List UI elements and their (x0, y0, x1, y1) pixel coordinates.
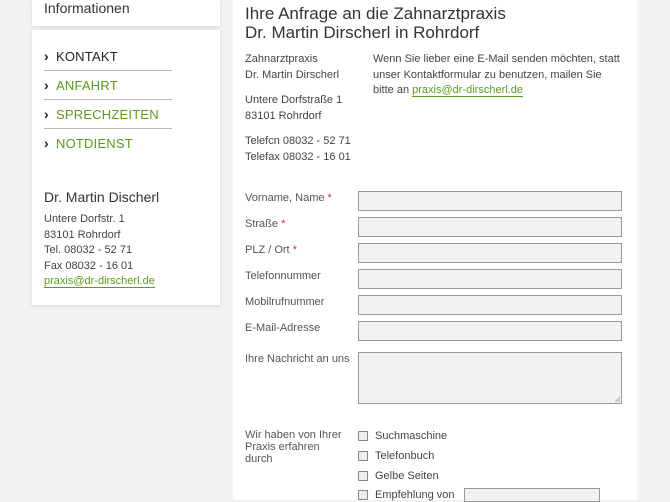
phone-input[interactable] (358, 269, 622, 289)
checkbox[interactable] (358, 451, 368, 461)
nav-item-anfahrt[interactable]: › ANFAHRT (44, 71, 172, 100)
email-note: Wenn Sie lieber eine E-Mail senden möcht… (373, 52, 623, 99)
contact-email-link[interactable]: praxis@dr-dirscherl.de (44, 275, 155, 289)
nav-item-label: ANFAHRT (56, 77, 118, 93)
nav-item-sprechzeiten[interactable]: › SPRECHZEITEN (44, 100, 172, 129)
page-title: Ihre Anfrage an die Zahnarztpraxis Dr. M… (245, 4, 506, 42)
page-title-line1: Ihre Anfrage an die Zahnarztpraxis (245, 4, 506, 23)
sidebar-section-title: Informationen (44, 0, 130, 16)
referral-label: Wir haben von Ihrer Praxis erfahren durc… (245, 429, 342, 465)
referral-option[interactable]: Gelbe Seiten (358, 470, 439, 482)
chevron-right-icon: › (44, 77, 49, 93)
checkbox[interactable] (358, 490, 368, 500)
nav-item-notdienst[interactable]: › NOTDIENST (44, 129, 172, 157)
nav-item-label: NOTDIENST (56, 135, 133, 151)
address-street: Untere Dorfstraße 1 (245, 94, 343, 107)
address-line1: Zahnarztpraxis (245, 53, 318, 65)
resize-grip-icon[interactable] (614, 396, 620, 402)
referral-option[interactable]: Suchmaschine (358, 430, 447, 442)
contact-name: Dr. Martin Discherl (44, 189, 160, 205)
address-city: 83101 Rohrdorf (245, 109, 322, 122)
name-input[interactable] (358, 191, 622, 211)
field-label: E-Mail-Adresse (245, 322, 321, 334)
main-content: Ihre Anfrage an die Zahnarztpraxis Dr. M… (233, 0, 637, 502)
contact-tel: Tel. 08032 - 52 71 (44, 244, 133, 257)
practice-address: Zahnarztpraxis Dr. Martin Dirscherl Unte… (245, 52, 351, 166)
checkbox[interactable] (358, 471, 368, 481)
sidebar-nav: › KONTAKT › ANFAHRT › SPRECHZEITEN › NOT… (44, 42, 172, 157)
contact-street: Untere Dorfstr. 1 (44, 213, 125, 225)
street-input[interactable] (358, 217, 622, 237)
chevron-right-icon: › (44, 48, 49, 64)
field-label: Vorname, Name * (245, 192, 332, 204)
email-note-link[interactable]: praxis@dr-dirscherl.de (412, 84, 523, 98)
email-input[interactable] (358, 321, 622, 341)
message-textarea[interactable] (358, 352, 622, 404)
field-label: PLZ / Ort * (245, 244, 297, 256)
page-title-line2: Dr. Martin Dirscherl in Rohrdorf (245, 23, 480, 42)
field-label: Straße * (245, 218, 286, 230)
nav-item-label: SPRECHZEITEN (56, 106, 159, 122)
chevron-right-icon: › (44, 106, 49, 122)
field-label: Mobilrufnummer (245, 296, 325, 308)
nav-item-label: KONTAKT (56, 48, 118, 64)
contact-fax: Fax 08032 - 16 01 (44, 259, 134, 272)
sidebar: › KONTAKT › ANFAHRT › SPRECHZEITEN › NOT… (32, 30, 220, 305)
address-phone: Telefcn 08032 - 52 71 (245, 135, 351, 148)
referral-option[interactable]: Telefonbuch (358, 450, 434, 462)
field-label: Ihre Nachricht an uns (245, 353, 350, 365)
referral-option[interactable]: Empfehlung von (358, 489, 455, 501)
sidebar-contact: Dr. Martin Discherl Untere Dorfstr. 1 83… (44, 188, 159, 290)
checkbox-label: Suchmaschine (375, 430, 448, 442)
address-fax: Telefax 08032 - 16 01 (245, 150, 351, 163)
field-label: Telefonnummer (245, 270, 321, 282)
address-line2: Dr. Martin Dirscherl (245, 68, 340, 81)
checkbox-label: Empfehlung von (375, 489, 455, 501)
checkbox-label: Telefonbuch (375, 450, 435, 462)
zip-city-input[interactable] (358, 243, 622, 263)
sidebar-section-header: Informationen (32, 0, 220, 26)
nav-item-kontakt[interactable]: › KONTAKT (44, 42, 172, 71)
checkbox-label: Gelbe Seiten (375, 470, 439, 482)
checkbox[interactable] (358, 431, 368, 441)
mobile-input[interactable] (358, 295, 622, 315)
contact-city: 83101 Rohrdorf (44, 228, 121, 241)
chevron-right-icon: › (44, 135, 49, 151)
